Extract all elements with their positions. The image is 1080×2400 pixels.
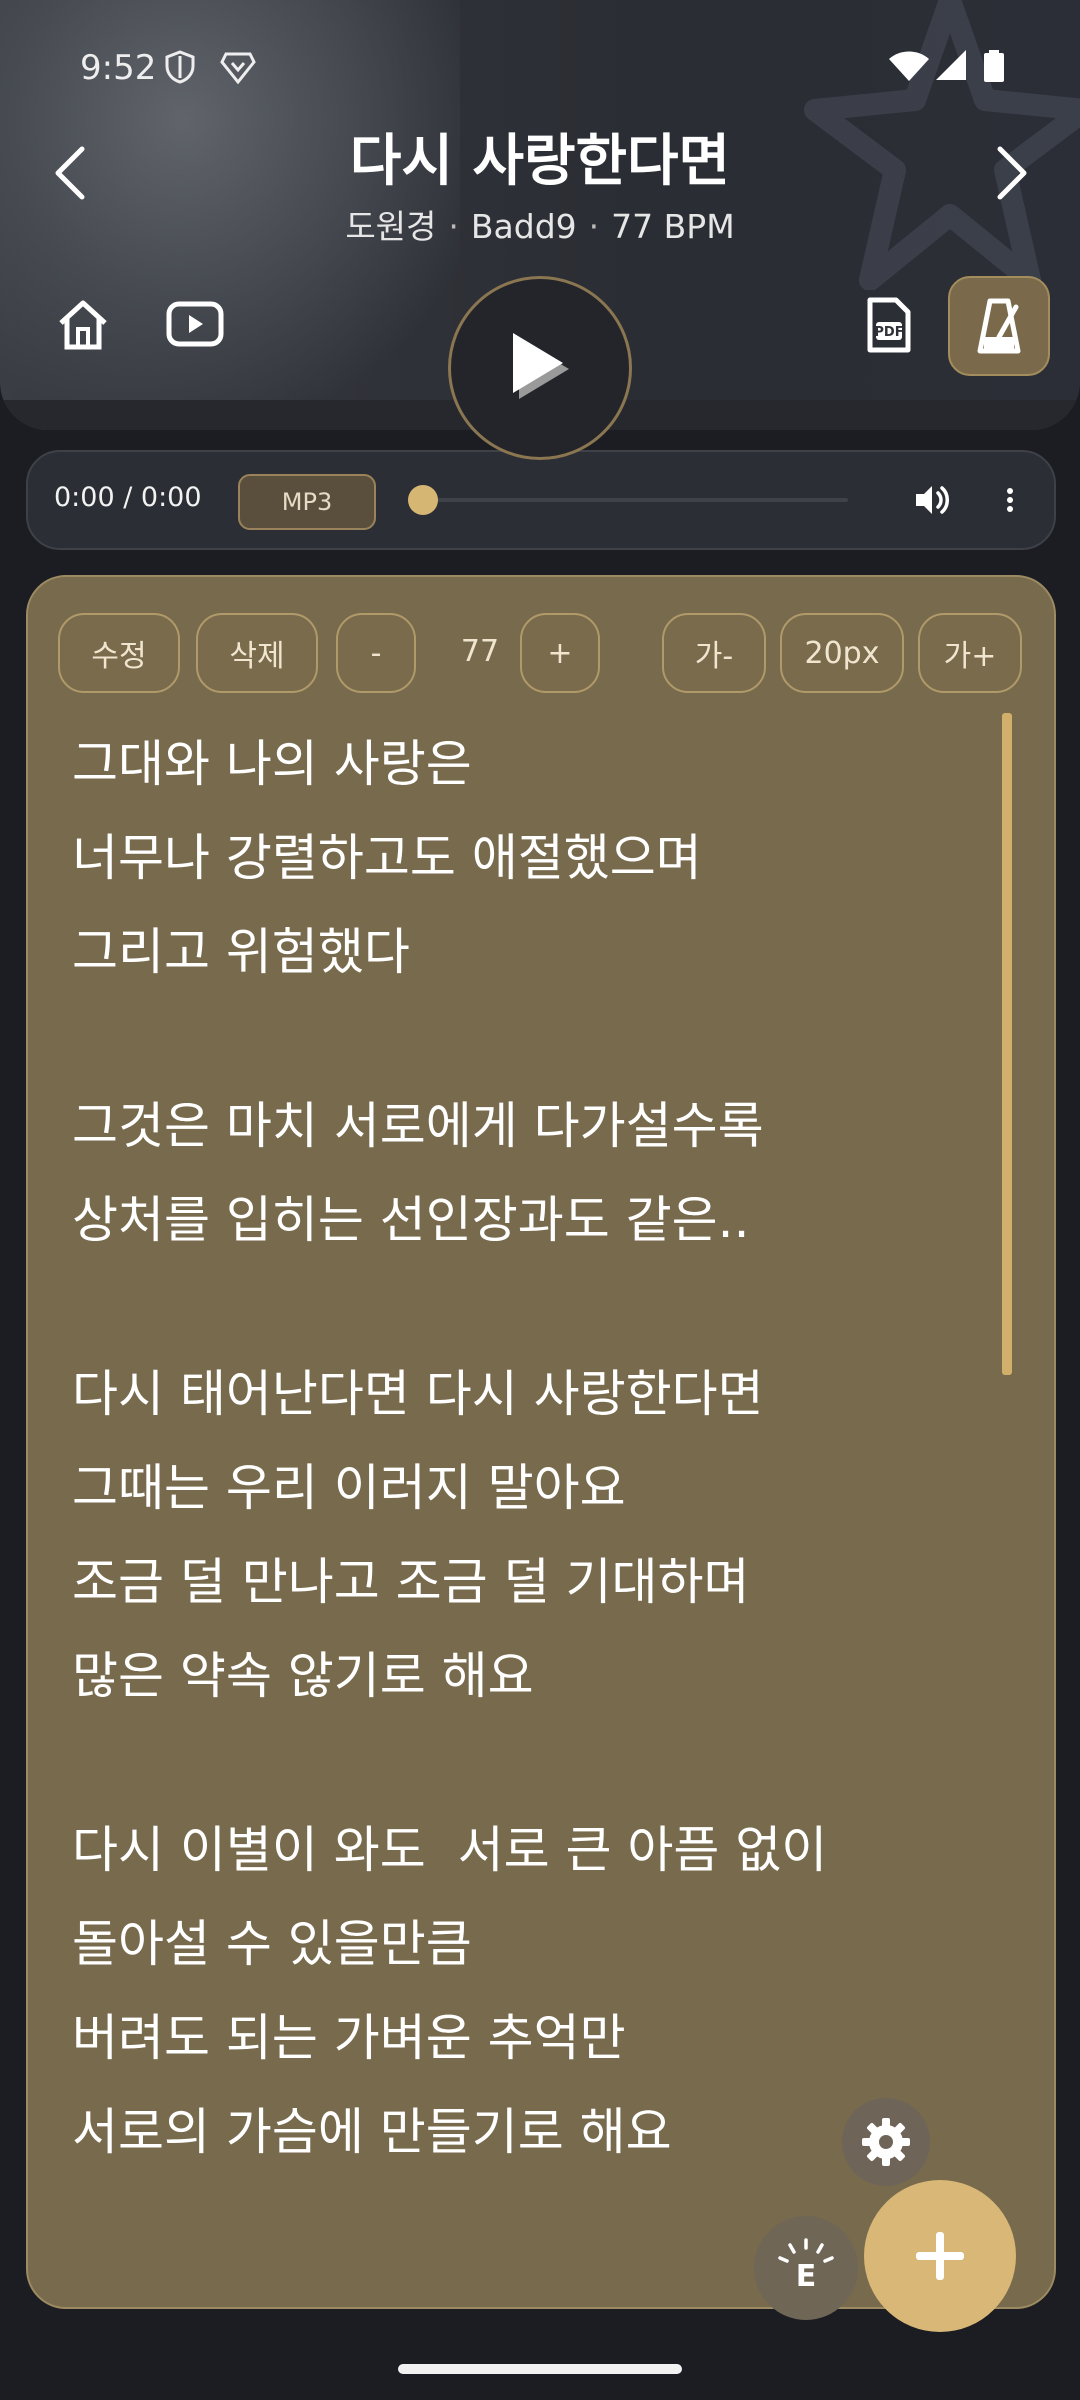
svg-text:PDF: PDF	[874, 325, 903, 340]
chevron-right-icon[interactable]	[994, 145, 1030, 201]
lyric-line: 다시 이별이 와도 서로 큰 아픔 없이	[72, 1821, 828, 1879]
shield-icon	[165, 50, 195, 84]
wifi-icon	[889, 51, 929, 81]
song-meta: 도원경 · Badd9 · 77 BPM	[345, 207, 735, 246]
signal-icon	[936, 50, 966, 80]
gear-icon	[862, 2118, 910, 2166]
effects-button[interactable]: E	[754, 2216, 858, 2320]
lyric-blank-line	[72, 999, 972, 1079]
bpm-value: 77	[460, 633, 500, 669]
battery-icon	[984, 50, 1004, 82]
volume-icon[interactable]	[912, 480, 952, 520]
lyrics-card: 수정 삭제 - 77 + 가- 20px 가+ 그대와 나의 사랑은너무나 강렬…	[26, 575, 1056, 2309]
bpm-increase-button[interactable]: +	[520, 613, 600, 693]
metronome-button[interactable]	[948, 276, 1050, 376]
song-key: Badd9	[470, 207, 577, 246]
more-vertical-icon[interactable]	[1004, 480, 1016, 520]
play-icon	[513, 333, 569, 399]
lyric-line: 버려도 되는 가벼운 추억만	[72, 2009, 626, 2067]
song-title: 다시 사랑한다면	[349, 129, 731, 194]
lyric-line: 그대와 나의 사랑은	[72, 735, 472, 793]
lyric-line: 조금 덜 만나고 조금 덜 기대하며	[72, 1553, 750, 1611]
song-bpm: 77 BPM	[611, 207, 735, 246]
chevron-left-icon[interactable]	[52, 145, 88, 201]
brave-icon	[220, 52, 256, 84]
pdf-button[interactable]: PDF	[862, 292, 916, 358]
lyric-line: 많은 약속 않기로 해요	[72, 1647, 534, 1705]
playback-time: 0:00 / 0:00	[54, 482, 202, 513]
lyric-line: 그때는 우리 이러지 말아요	[72, 1459, 626, 1517]
home-indicator[interactable]	[398, 2364, 682, 2374]
plus-icon	[916, 2232, 964, 2280]
edit-button[interactable]: 수정	[58, 613, 180, 693]
lyric-line: 그리고 위험했다	[72, 923, 410, 981]
effects-label: E	[796, 2259, 817, 2294]
font-decrease-button[interactable]: 가-	[662, 613, 766, 693]
bpm-decrease-button[interactable]: -	[336, 613, 416, 693]
lyric-line: 돌아설 수 있을만큼	[72, 1915, 472, 1973]
metronome-icon	[977, 298, 1021, 354]
lyric-line: 다시 태어난다면 다시 사랑한다면	[72, 1365, 764, 1423]
youtube-icon	[166, 301, 224, 347]
lyric-line: 서로의 가슴에 만들기로 해요	[72, 2103, 672, 2161]
audio-player-bar: 0:00 / 0:00 MP3	[26, 450, 1056, 550]
font-increase-button[interactable]: 가+	[918, 613, 1022, 693]
home-button[interactable]	[50, 292, 116, 358]
home-icon	[59, 300, 107, 350]
lyrics-scrollbar[interactable]	[1002, 713, 1012, 1375]
lyric-line: 그것은 마치 서로에게 다가설수록	[72, 1097, 764, 1155]
add-button[interactable]	[864, 2180, 1016, 2332]
youtube-button[interactable]	[162, 294, 228, 354]
effects-icon: E	[778, 2238, 834, 2294]
status-time: 9:52	[80, 48, 157, 88]
lyric-blank-line	[72, 1267, 972, 1347]
lyrics-text: 그대와 나의 사랑은너무나 강렬하고도 애절했으며그리고 위험했다그것은 마치 …	[72, 717, 972, 2179]
song-artist: 도원경	[345, 207, 437, 246]
lyric-line: 너무나 강렬하고도 애절했으며	[72, 829, 702, 887]
settings-button[interactable]	[842, 2098, 930, 2186]
font-size-value[interactable]: 20px	[780, 613, 904, 693]
pdf-file-icon: PDF	[867, 297, 911, 353]
seek-thumb[interactable]	[408, 485, 438, 515]
delete-button[interactable]: 삭제	[196, 613, 318, 693]
lyric-line: 상처를 입히는 선인장과도 같은..	[72, 1191, 750, 1249]
mp3-button[interactable]: MP3	[238, 474, 376, 530]
status-bar: 9:52	[0, 44, 1080, 88]
seek-track[interactable]	[418, 498, 848, 502]
play-button[interactable]	[448, 276, 632, 460]
lyric-blank-line	[72, 1723, 972, 1803]
